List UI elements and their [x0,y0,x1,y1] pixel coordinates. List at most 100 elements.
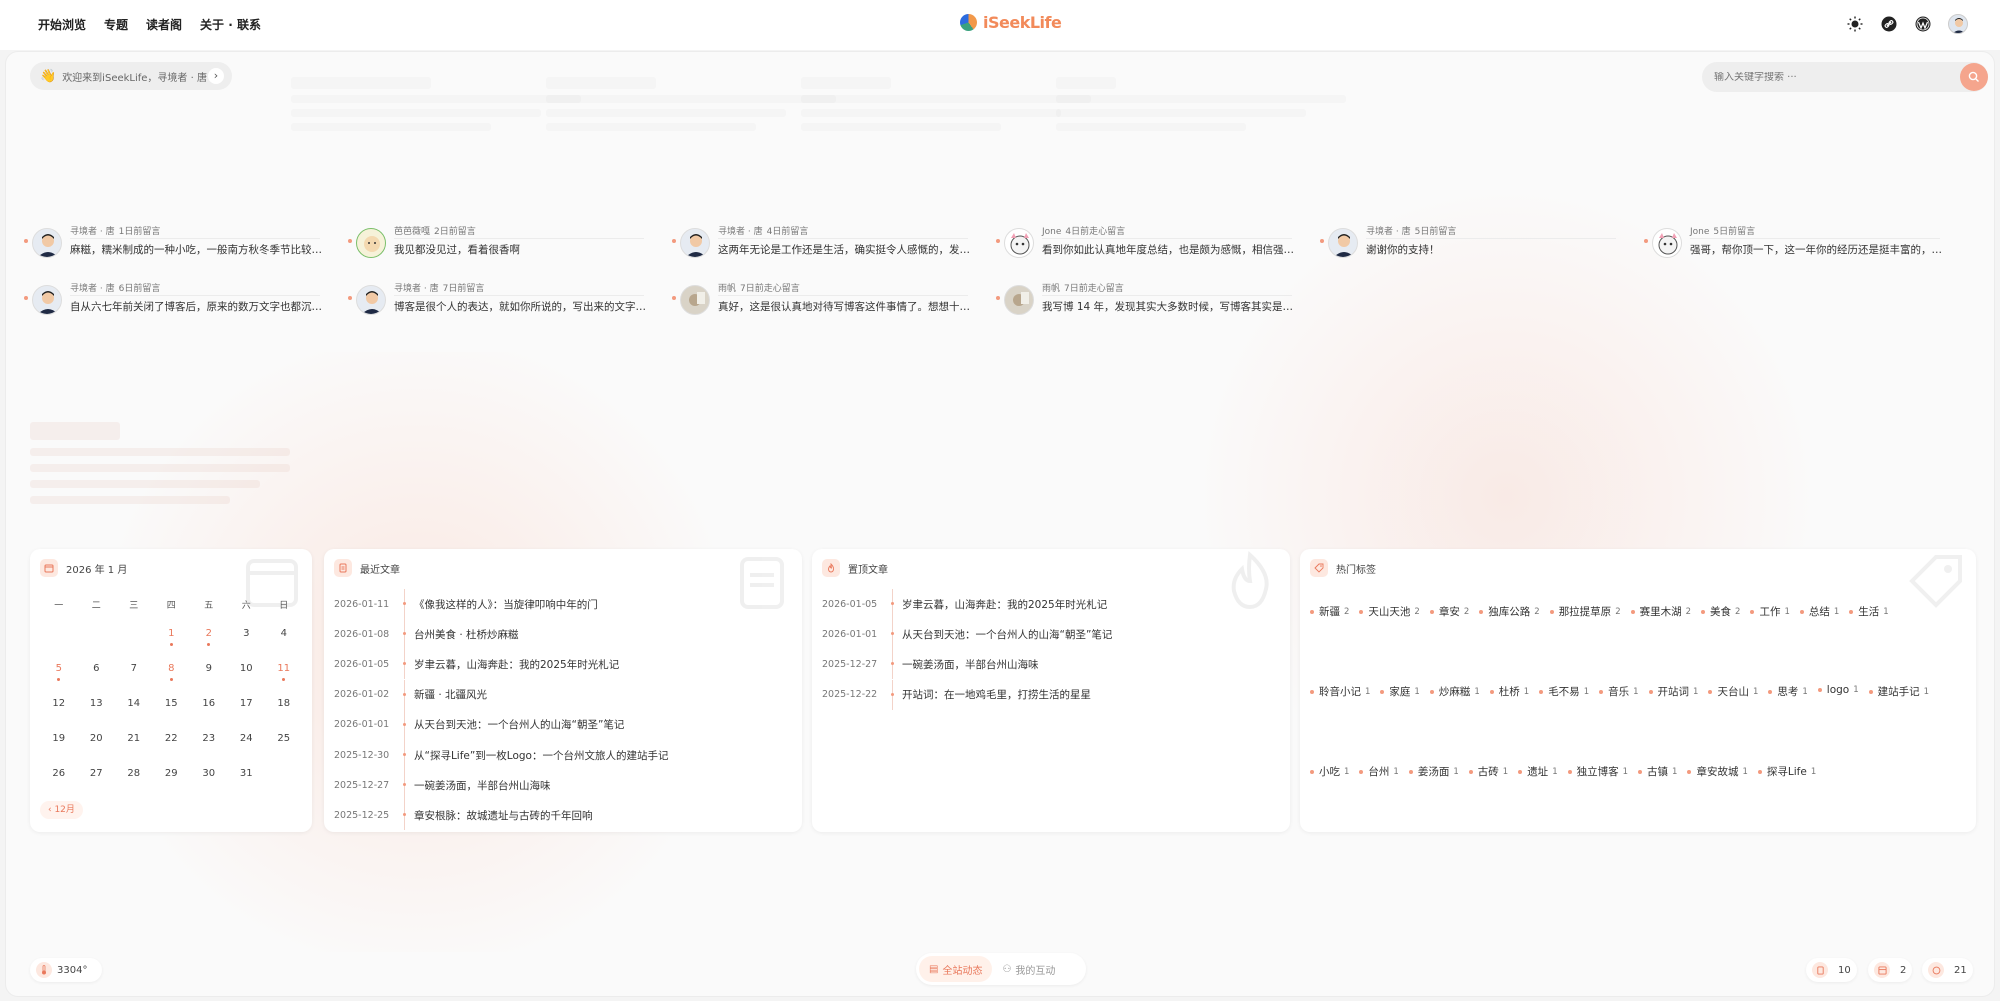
tag-link[interactable]: 总结 1 [1800,604,1839,619]
comment-item[interactable]: 芭芭薇嘎 2日前留言 我见都没见过，看着很香啊 [348,222,648,262]
article-title-link[interactable]: 章安根脉：故城遗址与古砖的千年回响 [414,808,593,823]
article-row[interactable]: 2025-12-25 章安根脉：故城遗址与古砖的千年回响 [334,800,668,831]
tag-link[interactable]: 探寻Life 1 [1758,764,1816,779]
theme-sun-icon[interactable] [1846,15,1864,33]
comment-item[interactable]: 雨帆 7日前走心留言 我写博 14 年，发现其实大多数时候，写博客其实是… [996,279,1296,319]
tag-link[interactable]: 家庭 1 [1380,684,1419,699]
article-count-stat[interactable]: 10 [1806,958,1857,982]
tag-link[interactable]: logo 1 [1818,684,1859,696]
tab-my-interaction[interactable]: ⚇ 我的互动 [992,956,1065,982]
article-row[interactable]: 2026-01-08 台州美食 · 杜桥炒麻糍 [334,619,668,650]
tag-link[interactable]: 工作 1 [1750,604,1789,619]
article-title-link[interactable]: 岁聿云暮，山海奔赴：我的2025年时光札记 [902,597,1107,612]
calendar-day[interactable]: 10 [228,660,266,695]
tag-link[interactable]: 赛里木湖 2 [1631,604,1691,619]
tag-link[interactable]: 台州 1 [1359,764,1398,779]
article-title-link[interactable]: 从天台到天池：一个台州人的山海“朝圣”笔记 [902,627,1112,642]
calendar-day[interactable]: 17 [228,695,266,730]
calendar-day[interactable]: 27 [78,765,116,800]
comment-item[interactable]: 寻境者 · 唐 6日前留言 自从六七年前关闭了博客后，原来的数万文字也都沉… [24,279,324,319]
tag-link[interactable]: 古镇 1 [1638,764,1677,779]
wordpress-icon[interactable] [1914,15,1932,33]
calendar-day[interactable]: 15 [153,695,191,730]
calendar-day[interactable]: 29 [153,765,191,800]
comment-item[interactable]: 寻境者 · 唐 5日前留言 谢谢你的支持！ [1320,222,1620,262]
article-row[interactable]: 2026-01-01 从天台到天池：一个台州人的山海“朝圣”笔记 [334,709,668,740]
tag-link[interactable]: 天台山 1 [1708,684,1758,699]
search-button[interactable] [1960,63,1988,91]
tag-link[interactable]: 炒麻糍 1 [1430,684,1480,699]
tag-link[interactable]: 章安故城 1 [1687,764,1747,779]
tag-link[interactable]: 姜汤面 1 [1409,764,1459,779]
calendar-day[interactable]: 13 [78,695,116,730]
comment-item[interactable]: 寻境者 · 唐 7日前留言 博客是很个人的表达，就如你所说的，写出来的文字… [348,279,648,319]
comment-item[interactable]: Jone 5日前留言 强哥，帮你顶一下，这一年你的经历还是挺丰富的，… [1644,222,1944,262]
nav-item-topics[interactable]: 专题 [104,16,128,33]
article-row[interactable]: 2026-01-05 岁聿云暮，山海奔赴：我的2025年时光札记 [822,589,1112,619]
calendar-day[interactable]: 21 [115,730,153,765]
comment-count-stat[interactable]: 21 [1922,958,1973,982]
calendar-day[interactable]: 25 [265,730,303,765]
page-count-stat[interactable]: 2 [1868,958,1913,982]
tag-link[interactable]: 遗址 1 [1518,764,1557,779]
calendar-day[interactable]: 5 [40,660,78,695]
tag-link[interactable]: 独立博客 1 [1568,764,1628,779]
nav-item-browse[interactable]: 开始浏览 [38,16,86,33]
comment-item[interactable]: Jone 4日前走心留言 看到你如此认真地年度总结，也是颇为感慨，相信强… [996,222,1296,262]
comment-item[interactable]: 雨帆 7日前走心留言 真好，这是很认真地对待写博客这件事情了。想想十… [672,279,972,319]
calendar-day[interactable]: 3 [228,625,266,660]
chevron-right-icon[interactable]: › [208,68,224,84]
user-avatar[interactable] [1948,14,1968,34]
link-icon[interactable] [1880,15,1898,33]
article-title-link[interactable]: 从“探寻Life”到一枚Logo：一个台州文旅人的建站手记 [414,748,668,763]
article-title-link[interactable]: 从天台到天池：一个台州人的山海“朝圣”笔记 [414,717,624,732]
calendar-day[interactable]: 24 [228,730,266,765]
tag-link[interactable]: 天山天池 2 [1359,604,1419,619]
tag-link[interactable]: 音乐 1 [1599,684,1638,699]
calendar-day[interactable]: 23 [190,730,228,765]
calendar-day[interactable]: 31 [228,765,266,800]
tab-site-activity[interactable]: ▤ 全站动态 [919,956,993,982]
tag-link[interactable]: 思考 1 [1768,684,1807,699]
calendar-day[interactable]: 16 [190,695,228,730]
calendar-day[interactable]: 2 [190,625,228,660]
article-row[interactable]: 2025-12-30 从“探寻Life”到一枚Logo：一个台州文旅人的建站手记 [334,739,668,770]
tag-link[interactable]: 杜桥 1 [1490,684,1529,699]
tag-link[interactable]: 美食 2 [1701,604,1740,619]
article-title-link[interactable]: 台州美食 · 杜桥炒麻糍 [414,627,519,642]
calendar-day[interactable]: 12 [40,695,78,730]
calendar-day[interactable]: 22 [153,730,191,765]
calendar-day[interactable]: 28 [115,765,153,800]
tag-link[interactable]: 独库公路 2 [1479,604,1539,619]
calendar-day[interactable]: 19 [40,730,78,765]
article-title-link[interactable]: 一碗姜汤面，半部台州山海味 [414,778,551,793]
search-input[interactable] [1714,71,1944,83]
article-title-link[interactable]: 新疆 · 北疆风光 [414,687,487,702]
article-row[interactable]: 2026-01-02 新疆 · 北疆风光 [334,679,668,710]
calendar-day[interactable]: 8 [153,660,191,695]
calendar-day[interactable]: 14 [115,695,153,730]
calendar-day[interactable]: 9 [190,660,228,695]
comment-item[interactable]: 寻境者 · 唐 1日前留言 麻糍，糯米制成的一种小吃，一般南方秋冬季节比较… [24,222,324,262]
calendar-day[interactable]: 18 [265,695,303,730]
calendar-day[interactable]: 20 [78,730,116,765]
article-title-link[interactable]: 《像我这样的人》：当旋律叩响中年的门 [414,597,598,612]
article-row[interactable]: 2026-01-11 《像我这样的人》：当旋律叩响中年的门 [334,589,668,619]
article-title-link[interactable]: 一碗姜汤面，半部台州山海味 [902,657,1039,672]
tag-link[interactable]: 开站词 1 [1649,684,1699,699]
site-logo[interactable]: iSeekLife [960,13,1062,32]
calendar-day[interactable]: 6 [78,660,116,695]
calendar-day[interactable]: 1 [153,625,191,660]
calendar-day[interactable]: 30 [190,765,228,800]
calendar-day[interactable]: 4 [265,625,303,660]
comment-item[interactable]: 寻境者 · 唐 4日前留言 这两年无论是工作还是生活，确实挺令人感慨的，发… [672,222,972,262]
article-row[interactable]: 2025-12-22 开站词：在一地鸡毛里，打捞生活的星星 [822,679,1112,710]
article-row[interactable]: 2025-12-27 一碗姜汤面，半部台州山海味 [334,770,668,801]
calendar-day[interactable]: 11 [265,660,303,695]
article-row[interactable]: 2026-01-01 从天台到天池：一个台州人的山海“朝圣”笔记 [822,619,1112,650]
tag-link[interactable]: 古砖 1 [1469,764,1508,779]
nav-item-about[interactable]: 关于 · 联系 [200,16,261,33]
article-row[interactable]: 2026-01-05 岁聿云暮，山海奔赴：我的2025年时光札记 [334,649,668,680]
prev-month-button[interactable]: ‹ 12月 [40,801,83,819]
article-title-link[interactable]: 岁聿云暮，山海奔赴：我的2025年时光札记 [414,657,619,672]
